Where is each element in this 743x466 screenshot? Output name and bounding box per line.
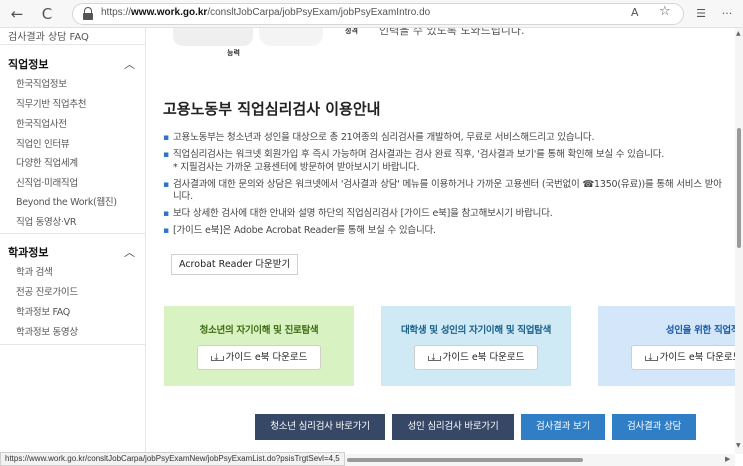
guide-ebook-download-button[interactable]: 가이드 e북 다운로드: [631, 345, 735, 370]
guide-ebook-download-button[interactable]: 가이드 e북 다운로드: [414, 345, 538, 370]
favorite-star-icon[interactable]: ☆: [659, 4, 671, 19]
sidebar-divider: [0, 233, 146, 234]
guide-card-youth: 청소년의 자기이해 및 진로탐색 가이드 e북 다운로드: [164, 306, 354, 386]
notice-list: ▪ 고용노동부는 청소년과 성인을 대상으로 총 21여종의 심리검사를 개발하여…: [163, 132, 735, 242]
notice-item: ▪ 보다 상세한 검사에 대한 안내와 설명 하단의 직업심리검사 [가이드 e북…: [163, 208, 553, 219]
sidebar-item[interactable]: 직업 동영상·VR: [16, 214, 76, 228]
sidebar-item[interactable]: 한국직업정보: [16, 76, 67, 90]
hero-text: 인력을 수 있도록 도와드립니다.: [379, 28, 525, 37]
refresh-icon[interactable]: C: [36, 3, 58, 25]
download-icon: [210, 347, 224, 370]
sidebar-divider: [0, 44, 146, 45]
sidebar-item[interactable]: 한국직업사전: [16, 116, 67, 130]
notice-item: ▪ 직업심리검사는 워크넷 회원가입 후 즉시 가능하며 검사결과는 검사 완료 …: [163, 149, 665, 160]
notice-item: ▪ [가이드 e북]은 Adobe Acrobat Reader를 통해 보실 수…: [163, 225, 436, 236]
guide-ebook-download-button[interactable]: 가이드 e북 다운로드: [197, 345, 321, 370]
sidebar-item[interactable]: 학과 검색: [16, 264, 53, 278]
read-aloud-icon[interactable]: A: [631, 6, 639, 19]
hero-image: [173, 28, 253, 46]
results-consult-button[interactable]: 검사결과 상담: [612, 414, 696, 440]
chevron-up-icon[interactable]: ︿: [124, 56, 135, 72]
download-icon: [427, 347, 441, 370]
vertical-scrollbar[interactable]: ▲ ▼: [735, 28, 743, 454]
notice-item: ▪ 검사결과에 대한 문의와 상담은 워크넷에서 '검사결과 상담' 메뉴를 이용…: [163, 179, 722, 202]
sidebar-item[interactable]: 학과정보 동영상: [16, 324, 78, 338]
guide-card-title: 청소년의 자기이해 및 진로탐색: [199, 325, 319, 336]
acrobat-download-button[interactable]: Acrobat Reader 다운받기: [171, 254, 299, 275]
scroll-up-icon[interactable]: ▲: [736, 30, 741, 37]
sidebar: 검사결과 상담 FAQ 직업정보 ︿ 한국직업정보 직무기반 직업추천 한국직업…: [0, 28, 146, 454]
back-icon[interactable]: ←: [6, 3, 28, 25]
sidebar-item[interactable]: 직업인 인터뷰: [16, 136, 70, 150]
download-icon: [644, 347, 658, 370]
hero-image: [259, 28, 323, 46]
notice-sub-item: * 지필검사는 가까운 고용센터에 방문하여 받아보시기 바랍니다.: [173, 162, 420, 173]
address-bar[interactable]: https://www.work.go.kr/consltJobCarpa/jo…: [72, 3, 684, 25]
guide-card-adaptation: 성인을 위한 직업적응검 가이드 e북 다운로드: [598, 306, 735, 386]
sidebar-heading-major-info[interactable]: 학과정보: [8, 244, 48, 260]
chevron-up-icon[interactable]: ︿: [124, 244, 135, 260]
hero-caption: 능력: [227, 49, 240, 57]
view-results-button[interactable]: 검사결과 보기: [521, 414, 605, 440]
sidebar-item-result-faq[interactable]: 검사결과 상담 FAQ: [8, 28, 89, 43]
browser-toolbar: ← C https://www.work.go.kr/consltJobCarp…: [0, 0, 743, 28]
sidebar-heading-job-info[interactable]: 직업정보: [8, 56, 48, 72]
scrollbar-thumb[interactable]: [347, 458, 583, 462]
more-menu-icon[interactable]: ···: [716, 3, 738, 25]
guide-card-adult: 대학생 및 성인의 자기이해 및 직업탐색 가이드 e북 다운로드: [381, 306, 571, 386]
sidebar-item[interactable]: 신직업·미래직업: [16, 175, 78, 189]
lock-icon[interactable]: [83, 7, 93, 21]
sidebar-divider: [0, 344, 146, 345]
adult-test-link-button[interactable]: 성인 심리검사 바로가기: [392, 414, 514, 440]
guide-card-title: 대학생 및 성인의 자기이해 및 직업탐색: [400, 325, 552, 336]
url-text: https://www.work.go.kr/consltJobCarpa/jo…: [101, 7, 431, 18]
sidebar-item[interactable]: 직무기반 직업추천: [16, 96, 87, 110]
scroll-down-icon[interactable]: ▼: [736, 442, 741, 449]
youth-test-link-button[interactable]: 청소년 심리검사 바로가기: [255, 414, 385, 440]
hero-caption: 성격: [345, 28, 358, 35]
sidebar-item[interactable]: 다양한 직업세계: [16, 155, 78, 169]
guide-card-title: 성인을 위한 직업적응검: [665, 325, 735, 336]
main-content: 능력 성격 인력을 수 있도록 도와드립니다. 고용노동부 직업심리검사 이용안…: [147, 28, 735, 454]
sidebar-item[interactable]: 학과정보 FAQ: [16, 304, 70, 318]
section-title: 고용노동부 직업심리검사 이용안내: [163, 100, 381, 118]
favorites-list-icon[interactable]: ☰: [690, 3, 712, 25]
sidebar-item[interactable]: Beyond the Work(웹진): [16, 194, 117, 208]
scrollbar-thumb[interactable]: [737, 128, 741, 248]
link-status-bar: https://www.work.go.kr/consltJobCarpa/jo…: [0, 452, 345, 466]
notice-item: ▪ 고용노동부는 청소년과 성인을 대상으로 총 21여종의 심리검사를 개발하여…: [163, 132, 595, 143]
scroll-right-icon[interactable]: ▶: [725, 455, 730, 463]
sidebar-item[interactable]: 전공 진로가이드: [16, 284, 78, 298]
